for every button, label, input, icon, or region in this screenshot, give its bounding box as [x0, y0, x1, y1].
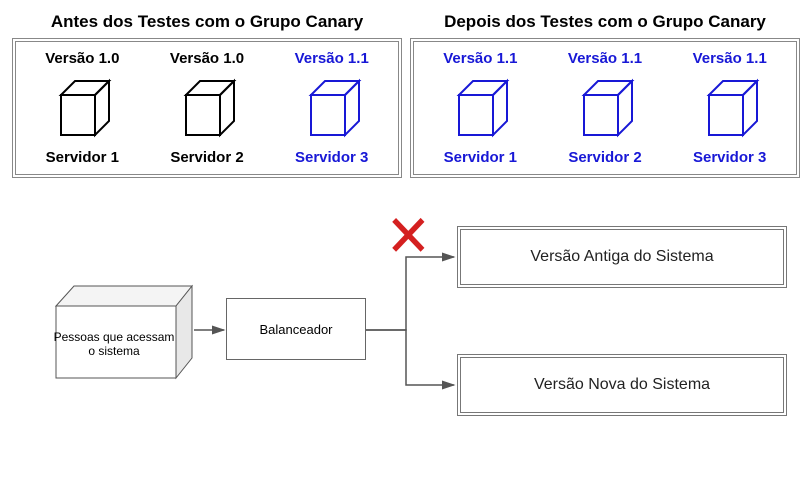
server-version-label: Versão 1.0: [22, 50, 143, 67]
server-block: Versão 1.1 Servidor 2: [545, 50, 666, 166]
old-version-label: Versão Antiga do Sistema: [530, 248, 713, 266]
server-version-label: Versão 1.1: [271, 50, 392, 67]
server-block: Versão 1.1 Servidor 3: [669, 50, 790, 166]
server-block: Versão 1.1 Servidor 3: [271, 50, 392, 166]
cube-icon: [695, 73, 765, 143]
server-version-label: Versão 1.0: [147, 50, 268, 67]
server-block: Versão 1.1 Servidor 1: [420, 50, 541, 166]
cube-icon: [47, 73, 117, 143]
after-panel: Versão 1.1 Servidor 1Versão 1.1 Servidor…: [410, 38, 800, 178]
cube-icon: [570, 73, 640, 143]
top-row: Antes dos Testes com o Grupo Canary Vers…: [12, 12, 800, 178]
people-box: Pessoas que acessam o sistema: [44, 280, 194, 380]
server-version-label: Versão 1.1: [420, 50, 541, 67]
server-name-label: Servidor 3: [669, 149, 790, 166]
new-version-box: Versão Nova do Sistema: [457, 354, 787, 416]
new-version-label: Versão Nova do Sistema: [534, 376, 710, 394]
server-block: Versão 1.0 Servidor 1: [22, 50, 143, 166]
balancer-box: Balanceador: [226, 298, 366, 360]
balancer-label: Balanceador: [260, 322, 333, 337]
after-panel-wrap: Depois dos Testes com o Grupo Canary Ver…: [410, 12, 800, 178]
cube-icon: [172, 73, 242, 143]
server-block: Versão 1.0 Servidor 2: [147, 50, 268, 166]
server-name-label: Servidor 1: [22, 149, 143, 166]
before-panel-title: Antes dos Testes com o Grupo Canary: [12, 12, 402, 32]
old-version-box: Versão Antiga do Sistema: [457, 226, 787, 288]
server-version-label: Versão 1.1: [669, 50, 790, 67]
after-panel-title: Depois dos Testes com o Grupo Canary: [410, 12, 800, 32]
bottom-diagram: Pessoas que acessam o sistema Balanceado…: [12, 202, 800, 442]
people-box-label: Pessoas que acessam o sistema: [44, 308, 184, 380]
server-name-label: Servidor 2: [147, 149, 268, 166]
server-version-label: Versão 1.1: [545, 50, 666, 67]
cube-icon: [445, 73, 515, 143]
server-name-label: Servidor 1: [420, 149, 541, 166]
cube-icon: [297, 73, 367, 143]
server-name-label: Servidor 2: [545, 149, 666, 166]
before-panel: Versão 1.0 Servidor 1Versão 1.0 Servidor…: [12, 38, 402, 178]
cross-icon: ✕: [385, 208, 431, 266]
server-name-label: Servidor 3: [271, 149, 392, 166]
before-panel-wrap: Antes dos Testes com o Grupo Canary Vers…: [12, 12, 402, 178]
